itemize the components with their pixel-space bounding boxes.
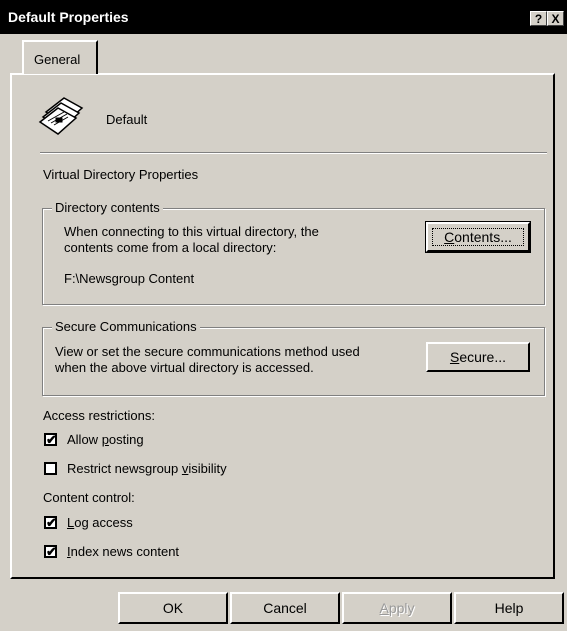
secure-communications-legend: Secure Communications (52, 319, 200, 334)
header-divider (40, 152, 547, 154)
secure-comm-desc-2: when the above virtual directory is acce… (55, 360, 314, 375)
properties-dialog: Default Properties ? X General Default V… (0, 0, 567, 631)
secure-mnemonic: S (449, 349, 460, 365)
restrict-visibility-label[interactable]: Restrict newsgroup visibility (67, 461, 227, 476)
newsgroup-documents-icon (38, 92, 88, 139)
ok-button[interactable]: OK (118, 592, 228, 624)
title-bar[interactable]: Default Properties ? X (0, 0, 567, 34)
allow-posting-label[interactable]: Allow posting (67, 432, 144, 447)
allow-posting-checkbox[interactable]: ✔ (44, 433, 57, 446)
virtual-directory-name: Default (106, 112, 148, 127)
log-access-checkbox[interactable]: ✔ (44, 516, 57, 529)
directory-contents-desc-1: When connecting to this virtual director… (64, 224, 319, 239)
close-icon[interactable]: X (547, 11, 564, 26)
help-icon[interactable]: ? (530, 11, 547, 26)
secure-button[interactable]: Secure... (426, 342, 530, 372)
log-access-label[interactable]: Log access (67, 515, 133, 530)
tab-general[interactable]: General (22, 40, 98, 74)
secure-comm-desc-1: View or set the secure communications me… (55, 344, 360, 359)
local-directory-path: F:\Newsgroup Content (64, 271, 195, 286)
directory-contents-legend: Directory contents (52, 200, 163, 215)
checkmark-icon: ✔ (46, 544, 57, 559)
checkmark-icon: ✔ (46, 432, 57, 447)
help-button[interactable]: Help (454, 592, 564, 624)
tab-general-label: General (34, 52, 81, 67)
index-news-content-label[interactable]: Index news content (67, 544, 179, 559)
window-title: Default Properties (8, 9, 129, 25)
focus-rectangle (432, 228, 524, 246)
contents-button[interactable]: Contents... (425, 221, 531, 253)
checkmark-icon: ✔ (46, 515, 57, 530)
index-news-content-checkbox[interactable]: ✔ (44, 545, 57, 558)
restrict-visibility-checkbox[interactable] (44, 462, 57, 475)
access-restrictions-label: Access restrictions: (43, 408, 155, 423)
cancel-button[interactable]: Cancel (230, 592, 340, 624)
content-control-label: Content control: (43, 490, 135, 505)
section-title: Virtual Directory Properties (43, 167, 199, 182)
directory-contents-desc-2: contents come from a local directory: (64, 240, 277, 255)
apply-button[interactable]: Apply (342, 592, 452, 624)
